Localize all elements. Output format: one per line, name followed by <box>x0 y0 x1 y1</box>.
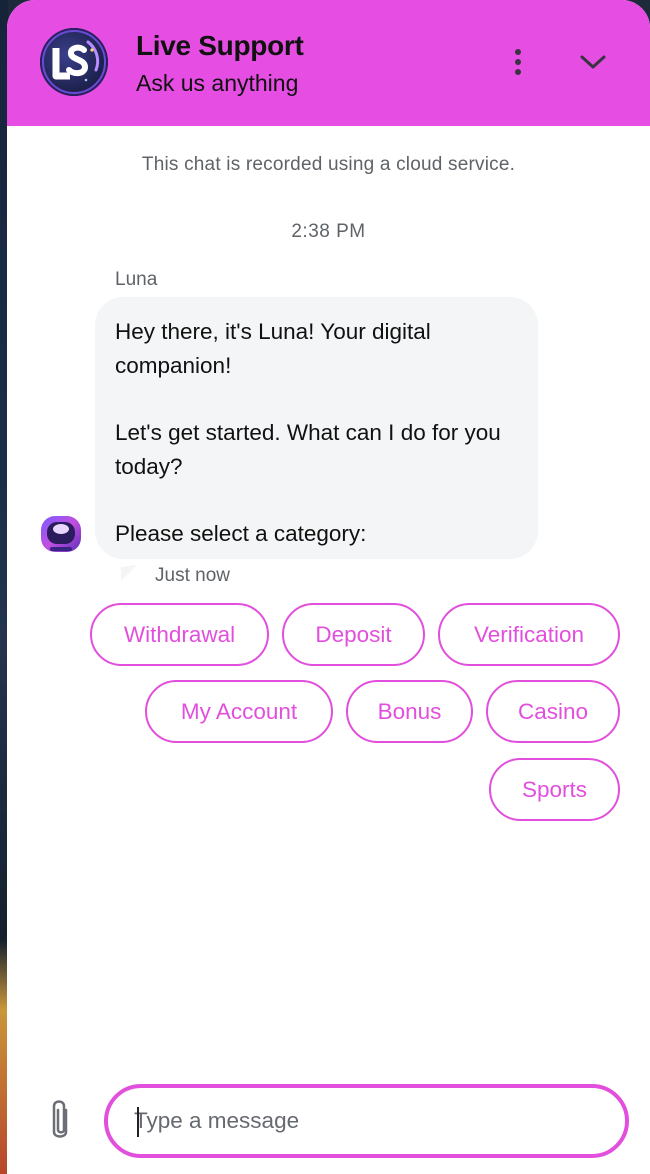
message-line: Let's get started. What can I do for you… <box>115 420 501 479</box>
category-withdrawal-button[interactable]: Withdrawal <box>90 603 269 666</box>
message-input-container[interactable] <box>104 1084 629 1158</box>
bot-message-bubble: Hey there, it's Luna! Your digital compa… <box>95 297 538 559</box>
chat-widget: Live Support Ask us anything This chat i… <box>7 0 650 1174</box>
category-sports-button[interactable]: Sports <box>489 758 620 821</box>
message-timestamp: 2:38 PM <box>291 221 366 242</box>
paperclip-icon <box>52 1100 68 1138</box>
message-line: Please select a category: <box>115 521 367 546</box>
attach-file-button[interactable] <box>44 1098 76 1146</box>
message-input[interactable] <box>134 1100 594 1142</box>
header-title: Live Support <box>136 30 304 61</box>
more-vertical-icon <box>515 49 521 75</box>
bubble-tail <box>121 565 137 581</box>
brand-logo <box>40 28 108 96</box>
sender-name: Luna <box>115 269 158 290</box>
category-verification-button[interactable]: Verification <box>438 603 620 666</box>
chat-header: Live Support Ask us anything <box>7 0 650 126</box>
category-bonus-button[interactable]: Bonus <box>346 680 473 743</box>
bot-avatar <box>38 511 84 557</box>
category-my-account-button[interactable]: My Account <box>145 680 333 743</box>
header-subtitle: Ask us anything <box>136 70 299 96</box>
category-deposit-button[interactable]: Deposit <box>282 603 425 666</box>
message-line: Hey there, it's Luna! Your digital compa… <box>115 319 431 378</box>
delivery-status: Just now <box>155 565 230 586</box>
chevron-down-icon <box>580 55 606 69</box>
category-casino-button[interactable]: Casino <box>486 680 620 743</box>
robot-avatar-icon <box>41 516 81 552</box>
text-caret <box>137 1107 139 1137</box>
more-options-button[interactable] <box>503 42 533 82</box>
recording-notice: This chat is recorded using a cloud serv… <box>141 154 516 175</box>
collapse-chat-button[interactable] <box>573 44 613 80</box>
brand-logo-icon <box>42 30 106 94</box>
